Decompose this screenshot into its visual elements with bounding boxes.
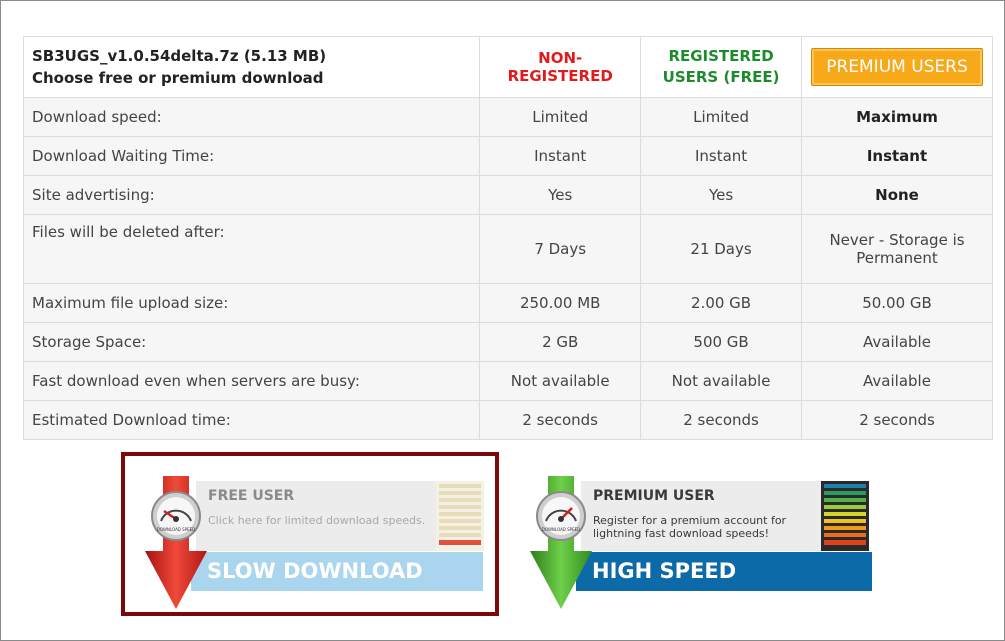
green-speedometer-arrow-icon: DOWNLOAD SPEED <box>526 471 596 611</box>
registered-header-cell: REGISTERED USERS (FREE) <box>640 36 802 98</box>
non-registered-value: Not available <box>479 361 642 401</box>
slow-download-button[interactable]: SLOW DOWNLOAD <box>191 552 483 591</box>
premium-value: 2 seconds <box>801 400 993 440</box>
row-label: Files will be deleted after: <box>22 214 481 284</box>
premium-users-button[interactable]: PREMIUM USERS <box>811 48 983 86</box>
row-label: Download Waiting Time: <box>22 136 481 176</box>
premium-value: Maximum <box>801 97 993 137</box>
premium-value: 50.00 GB <box>801 283 993 323</box>
premium-header-cell: PREMIUM USERS <box>801 36 993 98</box>
table-row: Download speed: Limited Limited Maximum <box>22 97 993 137</box>
premium-user-title: PREMIUM USER <box>593 488 715 504</box>
registered-header-line1: REGISTERED <box>668 47 774 65</box>
non-registered-value: 2 GB <box>479 322 642 362</box>
non-registered-value: Yes <box>479 175 642 215</box>
registered-value: 2.00 GB <box>640 283 802 323</box>
file-name: SB3UGS_v1.0.54delta.7z (5.13 MB) <box>32 47 327 65</box>
comparison-table: SB3UGS_v1.0.54delta.7z (5.13 MB) Choose … <box>22 36 993 440</box>
premium-value: Available <box>801 322 993 362</box>
registered-header-line2: USERS (FREE) <box>662 68 780 86</box>
premium-value: Available <box>801 361 993 401</box>
table-row: Site advertising: Yes Yes None <box>22 175 993 215</box>
row-label: Fast download even when servers are busy… <box>22 361 481 401</box>
non-registered-value: 250.00 MB <box>479 283 642 323</box>
non-registered-header-cell: NON-REGISTERED <box>479 36 642 98</box>
row-label: Download speed: <box>22 97 481 137</box>
table-row: Download Waiting Time: Instant Instant I… <box>22 136 993 176</box>
table-row: Fast download even when servers are busy… <box>22 361 993 401</box>
free-user-title: FREE USER <box>208 488 295 504</box>
registered-value: Yes <box>640 175 802 215</box>
table-row: Maximum file upload size: 250.00 MB 2.00… <box>22 283 993 323</box>
registered-value: 2 seconds <box>640 400 802 440</box>
file-subtitle: Choose free or premium download <box>32 69 324 87</box>
row-label: Site advertising: <box>22 175 481 215</box>
premium-gauge-label: DOWNLOAD SPEED <box>542 527 581 532</box>
premium-user-description: Register for a premium account for light… <box>593 514 787 540</box>
row-label: Storage Space: <box>22 322 481 362</box>
non-registered-header: NON-REGISTERED <box>507 49 613 85</box>
free-user-description: Click here for limited download speeds. <box>208 514 426 527</box>
premium-value: Instant <box>801 136 993 176</box>
speed-meter-low-icon <box>436 481 484 551</box>
non-registered-value: 7 Days <box>479 214 642 284</box>
red-speedometer-arrow-icon: DOWNLOAD SPEED <box>141 471 211 611</box>
high-speed-download-button[interactable]: HIGH SPEED DOWNLOAD <box>576 552 872 622</box>
registered-value: 21 Days <box>640 214 802 284</box>
premium-value-line1: Never - Storage is <box>829 231 965 249</box>
registered-value: Limited <box>640 97 802 137</box>
non-registered-value: Limited <box>479 97 642 137</box>
premium-value: None <box>801 175 993 215</box>
table-row: Files will be deleted after: 7 Days 21 D… <box>22 214 993 284</box>
row-label: Estimated Download time: <box>22 400 481 440</box>
premium-value-line2: Permanent <box>856 249 938 267</box>
speed-meter-high-icon <box>821 481 869 551</box>
non-registered-value: Instant <box>479 136 642 176</box>
free-card-panel: FREE USER Click here for limited downloa… <box>196 481 436 551</box>
registered-value: 500 GB <box>640 322 802 362</box>
table-row: Estimated Download time: 2 seconds 2 sec… <box>22 400 993 440</box>
premium-value: Never - Storage is Permanent <box>801 214 993 284</box>
free-download-card[interactable]: FREE USER Click here for limited downloa… <box>141 471 486 611</box>
row-label: Maximum file upload size: <box>22 283 481 323</box>
file-info-cell: SB3UGS_v1.0.54delta.7z (5.13 MB) Choose … <box>22 36 481 98</box>
table-row: Storage Space: 2 GB 500 GB Available <box>22 322 993 362</box>
non-registered-value: 2 seconds <box>479 400 642 440</box>
premium-card-panel: PREMIUM USER Register for a premium acco… <box>581 481 821 551</box>
free-gauge-label: DOWNLOAD SPEED <box>157 527 196 532</box>
registered-value: Not available <box>640 361 802 401</box>
premium-download-card[interactable]: PREMIUM USER Register for a premium acco… <box>526 471 876 622</box>
table-header-row: SB3UGS_v1.0.54delta.7z (5.13 MB) Choose … <box>22 36 993 98</box>
registered-value: Instant <box>640 136 802 176</box>
